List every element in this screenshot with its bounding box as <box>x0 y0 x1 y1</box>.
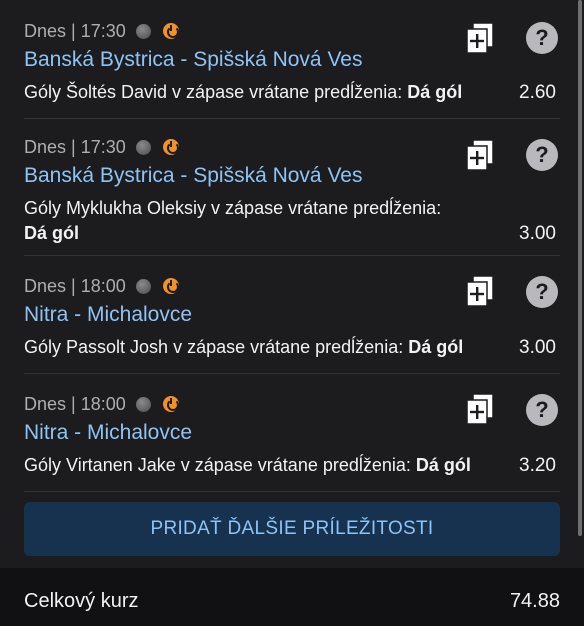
bet-odds: 3.00 <box>519 223 556 244</box>
live-stream-icon[interactable] <box>162 23 179 39</box>
bet-item: Dnes | 18:00 Nitra - Michalovce Góly Vir… <box>24 374 560 492</box>
bet-item: Dnes | 17:30 Banská Bystrica - Spišská N… <box>24 0 560 119</box>
scrollbar[interactable] <box>578 0 582 536</box>
copy-add-icon[interactable] <box>466 22 494 56</box>
live-stream-icon[interactable] <box>162 278 179 294</box>
add-more-opportunities-button[interactable]: PRIDAŤ ĎALŠIE PRÍLEŽITOSTI <box>24 502 560 556</box>
bet-selection: Dá gól <box>408 337 464 357</box>
bet-time: Dnes | 17:30 <box>24 20 126 41</box>
status-dot-icon <box>135 278 151 294</box>
copy-add-icon[interactable] <box>466 139 494 173</box>
copy-add-icon[interactable] <box>466 393 494 427</box>
live-stream-icon[interactable] <box>162 396 179 412</box>
help-icon[interactable]: ? <box>526 394 558 426</box>
help-icon[interactable]: ? <box>526 276 558 308</box>
bet-row: Góly Passolt Josh v zápase vrátane predĺ… <box>24 335 560 360</box>
bet-market: Góly Passolt Josh v zápase vrátane predĺ… <box>24 337 404 357</box>
bet-list: Dnes | 17:30 Banská Bystrica - Spišská N… <box>0 0 584 492</box>
help-icon[interactable]: ? <box>526 22 558 54</box>
footer-total: Celkový kurz 74.88 <box>0 568 584 626</box>
bet-selection: Dá gól <box>407 82 463 102</box>
bet-item: Dnes | 17:30 Banská Bystrica - Spišská N… <box>24 119 560 256</box>
status-dot-icon <box>135 396 151 412</box>
bet-selection: Dá gól <box>24 223 80 243</box>
bet-time: Dnes | 17:30 <box>24 136 126 157</box>
bet-odds: 3.00 <box>519 337 556 358</box>
bet-description: Góly Šoltés David v zápase vrátane predĺ… <box>24 80 494 105</box>
bet-description: Góly Passolt Josh v zápase vrátane predĺ… <box>24 335 494 360</box>
bet-selection: Dá gól <box>415 455 471 475</box>
status-dot-icon <box>135 139 151 155</box>
copy-add-icon[interactable] <box>466 275 494 309</box>
bet-row: Góly Šoltés David v zápase vrátane predĺ… <box>24 80 560 105</box>
help-icon[interactable]: ? <box>526 139 558 171</box>
bet-description: Góly Myklukha Oleksiy v zápase vrátane p… <box>24 196 494 246</box>
total-odds-value: 74.88 <box>509 589 560 612</box>
bet-time: Dnes | 18:00 <box>24 393 126 414</box>
bet-description: Góly Virtanen Jake v zápase vrátane pred… <box>24 453 494 478</box>
bet-slip: Dnes | 17:30 Banská Bystrica - Spišská N… <box>0 0 584 626</box>
bet-market: Góly Myklukha Oleksiy v zápase vrátane p… <box>24 198 442 218</box>
bet-row: Góly Virtanen Jake v zápase vrátane pred… <box>24 453 560 478</box>
live-stream-icon[interactable] <box>162 139 179 155</box>
bet-time: Dnes | 18:00 <box>24 275 126 296</box>
bet-item: Dnes | 18:00 Nitra - Michalovce Góly Pas… <box>24 256 560 374</box>
total-odds-label: Celkový kurz <box>24 589 139 612</box>
bet-odds: 3.20 <box>519 455 556 476</box>
bet-odds: 2.60 <box>519 82 556 103</box>
status-dot-icon <box>135 23 151 39</box>
bet-market: Góly Virtanen Jake v zápase vrátane pred… <box>24 455 411 475</box>
bet-row: Góly Myklukha Oleksiy v zápase vrátane p… <box>24 196 560 246</box>
bet-market: Góly Šoltés David v zápase vrátane predĺ… <box>24 82 403 102</box>
